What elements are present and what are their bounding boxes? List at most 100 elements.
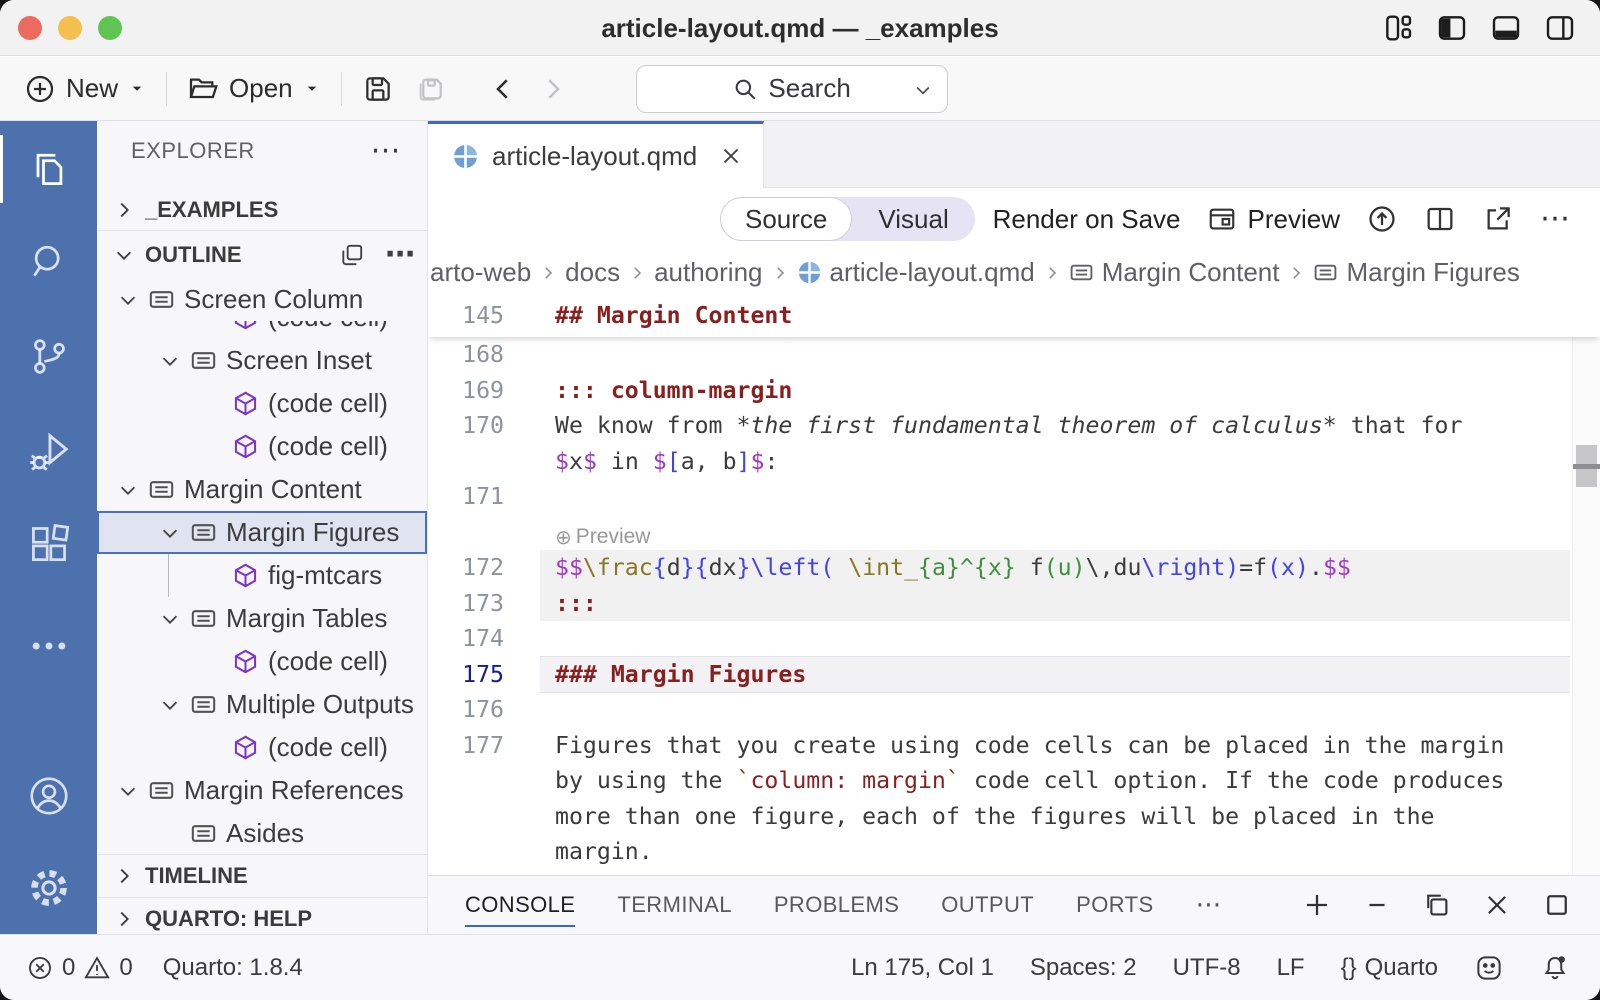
editor-more-actions-icon[interactable]: ⋯ xyxy=(1540,209,1570,229)
bottom-panel: CONSOLE TERMINAL PROBLEMS OUTPUT PORTS ⋯ xyxy=(428,875,1600,934)
breadcrumb-item[interactable]: arto-web xyxy=(430,257,531,288)
toggle-secondary-sidebar-icon[interactable] xyxy=(1544,12,1576,44)
save-all-button[interactable] xyxy=(404,73,456,105)
outline-item-label: (code cell) xyxy=(268,388,388,419)
outline-more-actions-icon[interactable]: ⋯ xyxy=(385,245,415,265)
chevron-down-icon xyxy=(159,350,181,372)
panel-tab-output[interactable]: OUTPUT xyxy=(941,876,1034,934)
run-debug-icon[interactable] xyxy=(0,429,97,475)
section-timeline[interactable]: TIMELINE xyxy=(97,854,427,897)
restore-panel-icon[interactable] xyxy=(1422,890,1452,920)
outline-item-label: Screen Column xyxy=(184,284,363,315)
open-external-icon[interactable] xyxy=(1482,203,1514,235)
split-editor-icon[interactable] xyxy=(1424,203,1456,235)
search-view-icon[interactable] xyxy=(0,239,97,283)
navigate-forward-button[interactable] xyxy=(528,74,578,104)
open-button[interactable]: Open xyxy=(177,73,331,105)
panel-tab-console[interactable]: CONSOLE xyxy=(465,876,575,934)
section-outline[interactable]: OUTLINE ⋯ xyxy=(97,233,427,277)
source-control-icon[interactable] xyxy=(0,334,97,378)
indentation-status[interactable]: Spaces: 2 xyxy=(1030,954,1137,982)
outline-item-label: Margin Content xyxy=(184,474,362,505)
outline-item-label: (code cell) xyxy=(268,321,388,333)
new-terminal-icon[interactable] xyxy=(1302,890,1332,920)
section-examples[interactable]: _EXAMPLES xyxy=(97,189,427,231)
explorer-icon[interactable] xyxy=(0,147,97,191)
breadcrumb-item[interactable]: docs xyxy=(565,257,620,288)
navigate-back-button[interactable] xyxy=(478,74,528,104)
section-symbol-icon xyxy=(190,605,217,632)
tab-article-layout[interactable]: article-layout.qmd xyxy=(428,121,764,188)
encoding-status[interactable]: UTF-8 xyxy=(1173,954,1241,982)
chevron-down-icon xyxy=(128,80,146,98)
language-mode-status[interactable]: {} Quarto xyxy=(1341,954,1438,982)
breadcrumb-item[interactable]: authoring xyxy=(654,257,762,288)
settings-gear-icon[interactable] xyxy=(0,865,97,911)
notifications-bell-icon[interactable] xyxy=(1540,953,1570,983)
outline-item-multiple-outputs[interactable]: Multiple Outputs xyxy=(97,683,427,726)
preview-button[interactable]: Preview xyxy=(1207,204,1340,235)
breadcrumb-item-file[interactable]: article-layout.qmd xyxy=(797,257,1035,288)
toggle-panel-icon[interactable] xyxy=(1490,12,1522,44)
explorer-sidebar: EXPLORER ⋯ _EXAMPLES OUTLINE ⋯ Screen Co… xyxy=(97,121,428,934)
section-label: TIMELINE xyxy=(145,863,248,889)
warning-icon xyxy=(83,954,111,982)
customize-layout-icon[interactable] xyxy=(1382,12,1414,44)
code-editor[interactable]: 145 ## Margin Content 168 169::: column-… xyxy=(428,295,1600,875)
outline-item-screen-inset[interactable]: Screen Inset xyxy=(97,339,427,382)
minimize-panel-icon[interactable] xyxy=(1362,890,1392,920)
code-cell-cube-icon xyxy=(232,433,259,460)
explorer-more-actions-icon[interactable]: ⋯ xyxy=(371,141,402,161)
more-views-icon[interactable] xyxy=(0,624,97,668)
outline-item-code-cell[interactable]: (code cell) xyxy=(97,425,427,468)
extensions-icon[interactable] xyxy=(0,523,97,567)
chevron-right-icon xyxy=(628,264,646,282)
panel-tab-problems[interactable]: PROBLEMS xyxy=(774,876,899,934)
quarto-version-status[interactable]: Quarto: 1.8.4 xyxy=(163,954,303,982)
outline-item-code-cell[interactable]: (code cell) xyxy=(97,321,427,339)
problems-indicator[interactable]: 0 0 xyxy=(26,954,133,982)
sticky-scroll-line[interactable]: 145 ## Margin Content xyxy=(428,295,1600,337)
chevron-down-icon xyxy=(159,608,181,630)
source-mode-button[interactable]: Source xyxy=(720,197,852,241)
save-button[interactable] xyxy=(352,73,404,105)
quarto-file-icon xyxy=(797,260,822,285)
maximize-panel-icon[interactable] xyxy=(1542,890,1572,920)
publish-icon[interactable] xyxy=(1366,203,1398,235)
editor-scrollbar[interactable] xyxy=(1572,295,1600,875)
outline-item-code-cell[interactable]: (code cell) xyxy=(97,382,427,425)
outline-item-label: (code cell) xyxy=(268,732,388,763)
outline-item-asides[interactable]: Asides xyxy=(97,812,427,855)
panel-tab-terminal[interactable]: TERMINAL xyxy=(617,876,731,934)
panel-tab-ports[interactable]: PORTS xyxy=(1076,876,1153,934)
accounts-icon[interactable] xyxy=(0,773,97,819)
new-button[interactable]: New xyxy=(14,73,156,105)
outline-item-fig-mtcars[interactable]: fig-mtcars xyxy=(97,554,427,597)
cursor-position-status[interactable]: Ln 175, Col 1 xyxy=(851,954,994,982)
code-line: 176 xyxy=(428,692,1600,728)
outline-item-margin-figures-selected[interactable]: Margin Figures xyxy=(97,511,427,554)
outline-item-code-cell[interactable]: (code cell) xyxy=(97,640,427,683)
outline-item-label: Margin Figures xyxy=(226,517,399,548)
collapse-all-icon[interactable] xyxy=(339,242,365,268)
outline-item-label: Asides xyxy=(226,818,304,849)
outline-item-margin-references[interactable]: Margin References xyxy=(97,769,427,812)
search-input[interactable]: Search xyxy=(636,65,948,113)
outline-item-margin-tables[interactable]: Margin Tables xyxy=(97,597,427,640)
window-title: article-layout.qmd — _examples xyxy=(0,0,1600,56)
section-quarto-help[interactable]: QUARTO: HELP xyxy=(97,897,427,934)
outline-item-margin-content[interactable]: Margin Content xyxy=(97,468,427,511)
close-tab-icon[interactable] xyxy=(719,144,743,168)
breadcrumb-item-symbol[interactable]: Margin Figures xyxy=(1313,257,1519,288)
outline-item-screen-column[interactable]: Screen Column xyxy=(97,278,427,321)
outline-item-code-cell[interactable]: (code cell) xyxy=(97,726,427,769)
panel-more-tabs-icon[interactable]: ⋯ xyxy=(1196,895,1222,915)
breadcrumb-item-symbol[interactable]: Margin Content xyxy=(1069,257,1280,288)
outline-item-label: Margin References xyxy=(184,775,404,806)
feedback-smiley-icon[interactable] xyxy=(1474,953,1504,983)
visual-mode-button[interactable]: Visual xyxy=(852,204,974,235)
eol-status[interactable]: LF xyxy=(1277,954,1305,982)
code-lens[interactable]: ⊕Preview xyxy=(428,515,1600,551)
close-panel-icon[interactable] xyxy=(1482,890,1512,920)
toggle-primary-sidebar-icon[interactable] xyxy=(1436,12,1468,44)
